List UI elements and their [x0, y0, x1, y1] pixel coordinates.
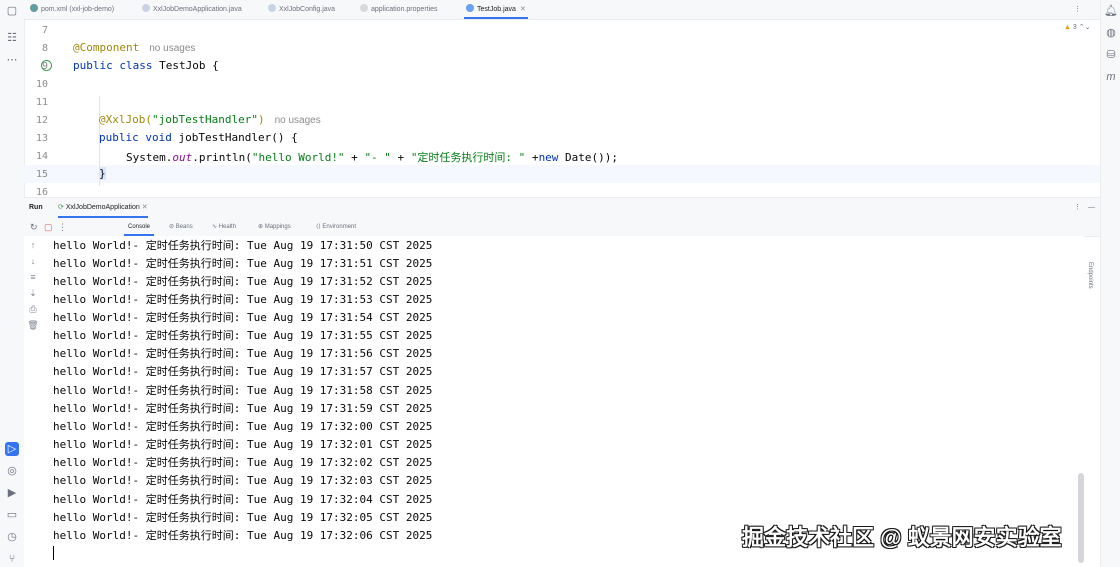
soft-wrap-icon[interactable]: ≡ [27, 272, 39, 282]
tab-mappings[interactable]: ⊕ Mappings [258, 218, 291, 236]
line-number: 11 [35, 97, 48, 108]
java-class-icon [466, 4, 474, 12]
endpoints-side-label[interactable]: Endpoints [1087, 262, 1093, 289]
line-number: 12 [35, 115, 48, 126]
problems-icon[interactable]: ◷ [5, 530, 19, 544]
line-number: 8 [41, 43, 48, 54]
console-line: hello World!- 定时任务执行时间: Tue Aug 19 17:32… [53, 438, 433, 451]
inspection-widget[interactable]: ▲ 3 ⌃⌄ [1064, 23, 1091, 31]
java-class-icon [268, 4, 276, 12]
structure-icon[interactable]: ☷ [5, 31, 19, 45]
services-icon[interactable]: ◎ [5, 464, 19, 478]
console-caret [53, 546, 54, 560]
tab-pom-xml[interactable]: pom.xml (xxl-job-demo) [30, 0, 114, 19]
more-actions-icon[interactable]: ⋮ [58, 218, 67, 236]
properties-file-icon [360, 4, 368, 12]
console-line: hello World!- 定时任务执行时间: Tue Aug 19 17:31… [53, 239, 433, 252]
code-line-15: } [99, 167, 106, 180]
run-config-tab[interactable]: ⟳ XxlJobDemoApplication ✕ [58, 198, 148, 218]
console-scrollbar[interactable] [1078, 473, 1084, 563]
console-line: hello World!- 定时任务执行时间: Tue Aug 19 17:31… [53, 329, 433, 342]
code-editor[interactable]: ▲ 3 ⌃⌄ 7 8 @Component no usages 9 public … [24, 20, 1100, 197]
console-line: hello World!- 定时任务执行时间: Tue Aug 19 17:31… [53, 347, 433, 360]
console-line: hello World!- 定时任务执行时间: Tue Aug 19 17:32… [53, 420, 433, 433]
environment-icon: ⟨⟩ [316, 224, 321, 230]
console-line: hello World!- 定时任务执行时间: Tue Aug 19 17:32… [53, 493, 433, 506]
scroll-to-end-icon[interactable]: ⇣ [27, 288, 39, 299]
close-tab-icon[interactable]: ✕ [142, 204, 148, 211]
line-number: 16 [35, 187, 48, 197]
tab-overflow-icon[interactable]: ⋮ [1074, 0, 1081, 19]
close-tab-icon[interactable]: ✕ [520, 6, 526, 13]
tab-application-properties[interactable]: application.properties [360, 0, 438, 19]
console-line: hello World!- 定时任务执行时间: Tue Aug 19 17:32… [53, 511, 433, 524]
left-tool-strip: ▢ ☷ ⋯ ▷ ◎ ▶ ▭ ◷ ⑂ [0, 0, 25, 567]
stop-icon[interactable]: ▢ [44, 218, 53, 236]
line-number: 13 [35, 133, 48, 144]
console-line: hello World!- 定时任务执行时间: Tue Aug 19 17:32… [53, 474, 433, 487]
console-line: hello World!- 定时任务执行时间: Tue Aug 19 17:32… [53, 456, 433, 469]
run-panel-header: Run ⟳ XxlJobDemoApplication ✕ ⋮ — [24, 197, 1100, 218]
console-line: hello World!- 定时任务执行时间: Tue Aug 19 17:31… [53, 257, 433, 270]
line-number: 7 [41, 25, 48, 36]
editor-tab-bar: pom.xml (xxl-job-demo) XxlJobDemoApplica… [24, 0, 1100, 20]
spring-boot-icon: ⟳ [58, 204, 64, 211]
console-line: hello World!- 定时任务执行时间: Tue Aug 19 17:31… [53, 275, 433, 288]
console-line: hello World!- 定时任务执行时间: Tue Aug 19 17:31… [53, 293, 433, 306]
code-line-12: @XxlJob("jobTestHandler") no usages [99, 113, 321, 126]
console-side-toolbar: ↑ ↓ ≡ ⇣ ⎙ 🗑︎ [24, 236, 44, 567]
java-class-icon [142, 4, 150, 12]
console-output[interactable]: hello World!- 定时任务执行时间: Tue Aug 19 17:31… [44, 236, 1084, 567]
tab-testjob[interactable]: TestJob.java ✕ [464, 0, 528, 19]
git-icon[interactable]: ⑂ [5, 552, 19, 566]
usage-hint[interactable]: no usages [149, 43, 195, 54]
project-icon[interactable]: ▢ [5, 4, 19, 18]
minimize-icon[interactable]: — [1088, 198, 1095, 218]
xml-file-icon [30, 4, 38, 12]
options-icon[interactable]: ⋮ [1074, 198, 1081, 218]
spring-bean-gutter-icon[interactable] [41, 60, 52, 71]
line-number: 10 [35, 79, 48, 90]
scroll-up-icon[interactable]: ↑ [27, 240, 39, 250]
tab-beans[interactable]: ⊘ Beans [169, 218, 193, 236]
console-line: hello World!- 定时任务执行时间: Tue Aug 19 17:31… [53, 365, 433, 378]
rerun-icon[interactable]: ↻ [30, 218, 38, 236]
terminal-icon[interactable]: ▭ [5, 508, 19, 522]
code-line-9: public class TestJob { [73, 59, 219, 72]
watermark: 掘金技术社区 @ 蚁景网安实验室 [742, 525, 1062, 550]
more-icon[interactable]: ⋯ [5, 53, 19, 67]
console-line: hello World!- 定时任务执行时间: Tue Aug 19 17:31… [53, 402, 433, 415]
run-tool-icon[interactable]: ▷ [5, 442, 19, 456]
code-line-8: @Component no usages [73, 41, 196, 54]
ai-assistant-icon[interactable]: ◍ [1104, 26, 1118, 40]
print-icon[interactable]: ⎙ [27, 304, 39, 315]
code-line-13: public void jobTestHandler() { [99, 131, 298, 144]
chevron-down-icon: ⌄ [1084, 24, 1091, 31]
console-line: hello World!- 定时任务执行时间: Tue Aug 19 17:31… [53, 311, 433, 324]
tab-console[interactable]: Console [124, 218, 155, 236]
database-icon[interactable]: ⛁ [1104, 48, 1118, 62]
tab-health[interactable]: ∿ Health [212, 218, 236, 236]
tab-environment[interactable]: ⟨⟩ Environment [316, 218, 356, 236]
beans-icon: ⊘ [169, 224, 175, 230]
run-toolbar: ↻ ▢ ⋮ Console ⊘ Beans ∿ Health ⊕ Mapping… [24, 218, 1100, 237]
mappings-icon: ⊕ [258, 224, 264, 230]
warning-icon: ▲ [1064, 24, 1071, 31]
tab-xxljobconfig[interactable]: XxlJobConfig.java [268, 0, 335, 19]
notifications-icon[interactable]: 🔔︎ [1104, 4, 1118, 18]
scroll-down-icon[interactable]: ↓ [27, 256, 39, 266]
debug-icon[interactable]: ▶ [5, 486, 19, 500]
line-number: 15 [35, 169, 48, 180]
health-icon: ∿ [212, 224, 218, 230]
right-tool-strip: 🔔︎ ◍ ⛁ m [1100, 0, 1120, 567]
line-number: 14 [35, 151, 48, 162]
tab-xxljobdemoapplication[interactable]: XxlJobDemoApplication.java [142, 0, 242, 19]
usage-hint[interactable]: no usages [275, 115, 321, 126]
console-line: hello World!- 定时任务执行时间: Tue Aug 19 17:32… [53, 529, 433, 542]
run-panel-title: Run [29, 204, 43, 211]
maven-icon[interactable]: m [1104, 70, 1118, 84]
console-line: hello World!- 定时任务执行时间: Tue Aug 19 17:31… [53, 384, 433, 397]
clear-all-icon[interactable]: 🗑︎ [27, 320, 39, 331]
code-line-14: System.out.println("hello World!" + "- "… [126, 151, 619, 164]
